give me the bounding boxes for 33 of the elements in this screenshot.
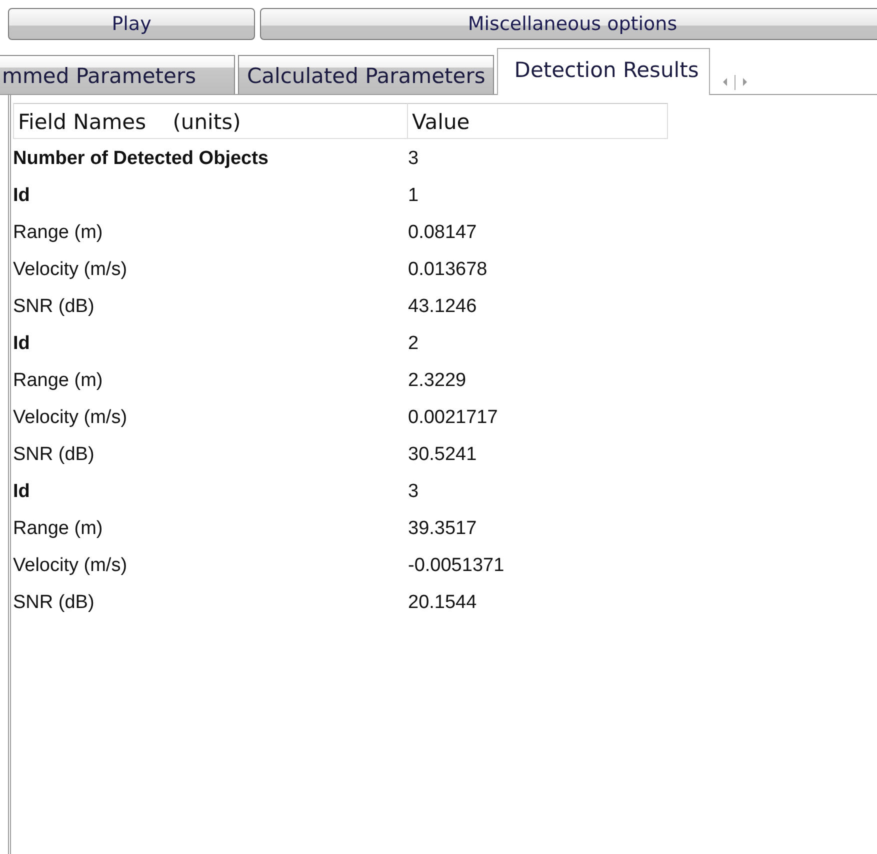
table-cell-text: 30.5241 <box>408 443 478 467</box>
table-cell-text: Range (m) <box>13 221 104 245</box>
table-cell-text: Velocity (m/s) <box>13 258 128 282</box>
toolbar-button[interactable]: Miscellaneous options <box>260 8 877 40</box>
tab[interactable]: mmed Parameters <box>0 55 235 94</box>
table-cell-text: Velocity (m/s) <box>13 554 128 578</box>
table-cell-text: 2.3229 <box>408 369 468 393</box>
table-cell-text: Id <box>13 332 31 356</box>
table-cell-text: 0.013678 <box>408 258 488 282</box>
table-cell-text: 3 <box>408 480 420 504</box>
column-header[interactable]: Value <box>408 103 668 139</box>
table-cell-text: SNR (dB) <box>13 591 96 615</box>
table-cell-text: -0.0051371 <box>408 554 506 578</box>
toolbar-button[interactable]: Play <box>8 8 255 40</box>
table-cell-text: 0.0021717 <box>408 406 499 430</box>
table-cell-text: Number of Detected Objects <box>13 147 270 171</box>
table-cell-text: SNR (dB) <box>13 295 96 319</box>
table-cell-text: Id <box>13 480 31 504</box>
table-cell-text: 3 <box>408 147 420 171</box>
table-cell-text: Id <box>13 184 31 208</box>
table-cell-text: 0.08147 <box>408 221 478 245</box>
table-cell-text: Range (m) <box>13 517 104 541</box>
tab[interactable]: Calculated Parameters <box>238 55 494 94</box>
table-cell-text: 2 <box>408 332 420 356</box>
table-cell-text: 43.1246 <box>408 295 478 319</box>
tab[interactable]: Detection Results <box>497 48 710 95</box>
table-cell-text: 1 <box>408 184 420 208</box>
column-header[interactable]: Field Names (units) <box>13 103 408 139</box>
table-cell-text: 39.3517 <box>408 517 478 541</box>
table-cell-text: Range (m) <box>13 369 104 393</box>
table-cell-text: Velocity (m/s) <box>13 406 128 430</box>
table-cell-text: SNR (dB) <box>13 443 96 467</box>
table-cell-text: 20.1544 <box>408 591 478 615</box>
